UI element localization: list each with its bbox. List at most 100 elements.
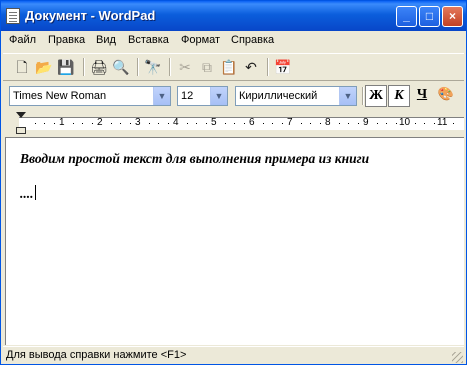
print-icon[interactable]: 🖨: [89, 57, 109, 77]
new-document-icon[interactable]: 🗋: [12, 57, 32, 77]
chevron-down-icon[interactable]: ▼: [339, 87, 356, 105]
open-folder-icon[interactable]: 📂: [34, 57, 54, 77]
first-line-indent-marker[interactable]: [16, 112, 26, 118]
copy-icon[interactable]: ⧉: [197, 57, 217, 77]
ruler-number: 2: [97, 117, 103, 128]
ruler-number: 4: [173, 117, 179, 128]
ruler-tick: [186, 123, 188, 124]
menu-insert[interactable]: Вставка: [128, 34, 169, 46]
font-size-select[interactable]: 12 ▼: [177, 86, 228, 106]
ruler-tick: [376, 123, 378, 124]
script-value: Кириллический: [239, 90, 318, 102]
minimize-button[interactable]: _: [396, 6, 417, 27]
ruler-tick: [357, 123, 359, 124]
font-size-value: 12: [181, 90, 194, 102]
menu-help[interactable]: Справка: [231, 34, 274, 46]
undo-icon[interactable]: ↶: [241, 57, 261, 77]
ruler-tick: [234, 123, 235, 124]
status-bar: Для вывода справки нажмите <F1>: [3, 346, 464, 364]
ruler-tick: [72, 123, 74, 124]
italic-button[interactable]: К: [388, 85, 410, 107]
resize-grip[interactable]: [452, 352, 463, 363]
ruler-tick: [82, 123, 83, 124]
ruler-tick: [129, 123, 131, 124]
ruler-tick: [34, 123, 36, 124]
ruler-number: 7: [287, 117, 293, 128]
ruler-number: 6: [249, 117, 255, 128]
ruler-tick: [319, 123, 321, 124]
ruler-tick: [167, 123, 169, 124]
window-title: Документ - WordPad: [25, 8, 156, 23]
wordpad-document-icon[interactable]: [6, 8, 20, 24]
ruler-tick: [91, 123, 93, 124]
document-area[interactable]: Вводим простой текст для выполнения прим…: [5, 137, 464, 345]
status-text: Для вывода справки нажмите <F1>: [6, 349, 187, 361]
ruler-number: 3: [135, 117, 141, 128]
document-line: Вводим простой текст для выполнения прим…: [20, 151, 370, 166]
ruler-tick: [44, 123, 45, 124]
ruler-tick: [243, 123, 245, 124]
ruler-tick: [262, 123, 264, 124]
ruler-number: 10: [399, 117, 411, 128]
standard-toolbar: 🗋 📂 💾 🖨 🔍 🔭 ✂ ⧉ 📋 ↶ 📅: [3, 53, 464, 81]
ruler-strip: 1 2 3 4 5 6 7 8 9 10 11: [19, 117, 464, 130]
ruler-tick: [338, 123, 340, 124]
print-preview-icon[interactable]: 🔍: [111, 57, 131, 77]
left-indent-marker[interactable]: [16, 127, 26, 134]
ruler-tick: [224, 123, 226, 124]
underline-button[interactable]: Ч: [411, 85, 433, 107]
ruler-tick: [348, 123, 349, 124]
ruler-tick: [452, 123, 454, 124]
close-button[interactable]: ×: [442, 6, 463, 27]
ruler-number: 1: [59, 117, 65, 128]
chevron-down-icon[interactable]: ▼: [210, 87, 227, 105]
format-bar: Times New Roman ▼ 12 ▼ Кириллический ▼ Ж…: [3, 83, 464, 110]
ruler-number: 8: [325, 117, 331, 128]
ruler-tick: [205, 123, 207, 124]
chevron-down-icon[interactable]: ▼: [153, 87, 170, 105]
document-line: ....: [20, 185, 36, 202]
menu-file[interactable]: Файл: [9, 34, 36, 46]
ruler-tick: [281, 123, 283, 124]
text-caret: [34, 185, 36, 200]
ruler-tick: [300, 123, 302, 124]
paste-icon[interactable]: 📋: [219, 57, 239, 77]
toolbar-separator: [169, 58, 171, 76]
ruler-tick: [310, 123, 311, 124]
toolbar-separator: [267, 58, 269, 76]
ruler-tick: [53, 123, 55, 124]
font-name-select[interactable]: Times New Roman ▼: [9, 86, 171, 106]
toolbar-separator: [362, 87, 364, 105]
menu-edit[interactable]: Правка: [48, 34, 85, 46]
save-icon[interactable]: 💾: [56, 57, 76, 77]
document-line-text: ....: [20, 186, 34, 201]
wordpad-window: Документ - WordPad _ □ × Файл Правка Вид…: [0, 0, 467, 365]
title-bar[interactable]: Документ - WordPad _ □ ×: [1, 1, 466, 31]
maximize-button[interactable]: □: [419, 6, 440, 27]
ruler-number: 11: [437, 117, 448, 128]
menu-format[interactable]: Формат: [181, 34, 220, 46]
cut-icon[interactable]: ✂: [175, 57, 195, 77]
bold-button[interactable]: Ж: [365, 85, 387, 107]
script-select[interactable]: Кириллический ▼: [235, 86, 357, 106]
ruler[interactable]: 1 2 3 4 5 6 7 8 9 10 11: [5, 111, 464, 135]
menu-view[interactable]: Вид: [96, 34, 116, 46]
font-name-value: Times New Roman: [13, 90, 107, 102]
ruler-tick: [386, 123, 387, 124]
insert-datetime-icon[interactable]: 📅: [273, 57, 293, 77]
ruler-tick: [120, 123, 121, 124]
ruler-tick: [395, 123, 397, 124]
ruler-tick: [110, 123, 112, 124]
toolbar-separator: [83, 58, 85, 76]
color-palette-icon[interactable]: 🎨: [435, 85, 457, 107]
find-icon[interactable]: 🔭: [143, 57, 163, 77]
ruler-tick: [424, 123, 425, 124]
ruler-tick: [158, 123, 159, 124]
ruler-number: 5: [211, 117, 217, 128]
ruler-tick: [148, 123, 150, 124]
ruler-tick: [272, 123, 273, 124]
ruler-tick: [196, 123, 197, 124]
ruler-number: 9: [363, 117, 369, 128]
toolbar-separator: [137, 58, 139, 76]
ruler-tick: [433, 123, 435, 124]
